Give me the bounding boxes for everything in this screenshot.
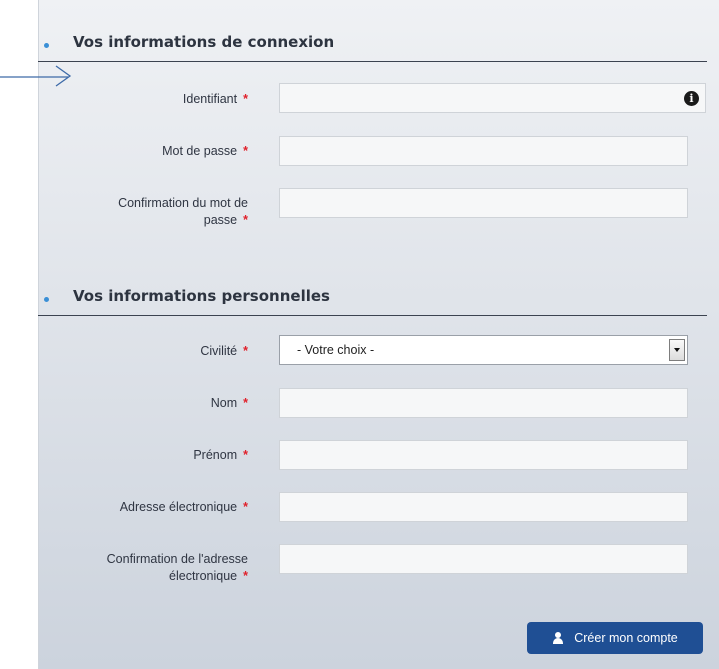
required-asterisk: * <box>243 500 248 514</box>
nom-label: Nom * <box>210 396 248 410</box>
confirm-password-input[interactable] <box>279 188 688 218</box>
confirm-email-input[interactable] <box>279 544 688 574</box>
confirm-password-label: Confirmation du mot de passe * <box>118 196 248 227</box>
civilite-selected-value: - Votre choix - <box>297 343 375 357</box>
arrow-right-icon <box>0 65 72 87</box>
section-title-personnel: Vos informations personnelles <box>44 287 330 305</box>
user-icon <box>552 632 564 644</box>
section-title-text: Vos informations personnelles <box>73 287 330 305</box>
identifiant-input[interactable]: i <box>279 83 706 113</box>
required-asterisk: * <box>243 569 248 583</box>
email-label: Adresse électronique * <box>119 500 248 514</box>
email-input[interactable] <box>279 492 688 522</box>
bullet-icon <box>44 42 49 48</box>
civilite-select[interactable]: - Votre choix - <box>279 335 688 365</box>
bullet-icon <box>44 296 49 302</box>
section-divider <box>38 61 707 62</box>
prenom-label: Prénom * <box>193 448 248 462</box>
create-account-label: Créer mon compte <box>574 631 678 645</box>
required-asterisk: * <box>243 213 248 227</box>
nom-input[interactable] <box>279 388 688 418</box>
required-asterisk: * <box>243 396 248 410</box>
civilite-label: Civilité * <box>200 344 248 358</box>
section-title-text: Vos informations de connexion <box>73 33 335 51</box>
confirm-email-label: Confirmation de l'adresse électronique * <box>106 552 248 583</box>
required-asterisk: * <box>243 344 248 358</box>
password-label: Mot de passe * <box>162 144 248 158</box>
password-input[interactable] <box>279 136 688 166</box>
prenom-input[interactable] <box>279 440 688 470</box>
create-account-button[interactable]: Créer mon compte <box>527 622 703 654</box>
section-title-connexion: Vos informations de connexion <box>44 33 334 51</box>
required-asterisk: * <box>243 448 248 462</box>
required-asterisk: * <box>243 92 248 106</box>
info-icon[interactable]: i <box>684 91 699 106</box>
required-asterisk: * <box>243 144 248 158</box>
identifiant-label: Identifiant * <box>182 92 248 106</box>
chevron-down-icon[interactable] <box>669 339 685 361</box>
section-divider <box>38 315 707 316</box>
